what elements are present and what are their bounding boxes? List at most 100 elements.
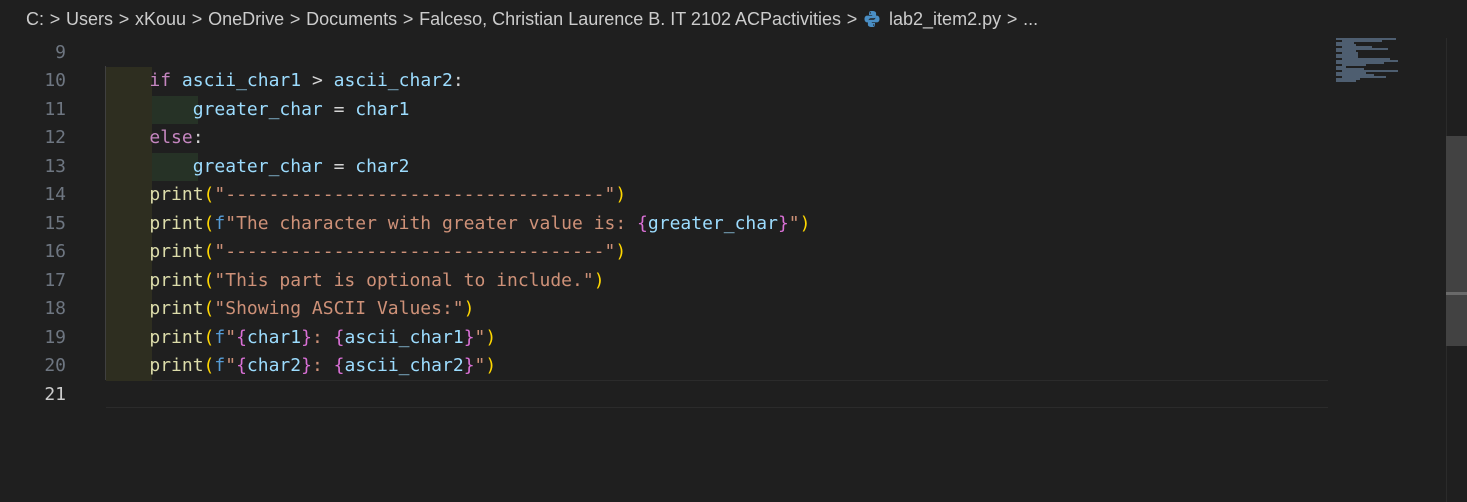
python-icon	[863, 10, 881, 28]
code-token: "Showing ASCII Values:"	[214, 298, 464, 319]
line-number: 20	[44, 355, 66, 376]
code-token: )	[615, 184, 627, 205]
code-token: print	[149, 184, 204, 205]
code-token: "-----------------------------------"	[214, 184, 616, 205]
code-token: char2	[355, 155, 410, 177]
code-token: }	[777, 212, 789, 234]
code-token: f	[214, 355, 226, 376]
code-token: ascii_char1	[344, 326, 464, 348]
minimap[interactable]	[1336, 38, 1406, 82]
code-token: print	[149, 212, 204, 234]
code-token: )	[463, 298, 475, 319]
code-area[interactable]: if ascii_char1 > ascii_char2: greater_ch…	[106, 38, 1328, 502]
code-token: (	[203, 326, 215, 348]
code-line[interactable]: if ascii_char1 > ascii_char2:	[106, 67, 1328, 96]
code-token: :	[311, 355, 334, 376]
code-editor[interactable]: 9 10 11 12 13 14 15 16 17 18 19 20 21 if ascii_char1…	[0, 38, 1467, 502]
code-token: =	[322, 98, 356, 120]
code-token: "-----------------------------------"	[214, 241, 616, 262]
code-token: print	[149, 298, 204, 319]
code-line[interactable]: greater_char = char2	[106, 152, 1328, 181]
code-token: f	[214, 326, 226, 348]
code-token: :	[192, 127, 204, 148]
chevron-right-icon: >	[118, 8, 130, 29]
chevron-right-icon: >	[191, 8, 203, 29]
code-line[interactable]: print(f"{char1}: {ascii_char1}")	[106, 323, 1328, 352]
code-token: )	[593, 269, 605, 291]
code-token: (	[203, 355, 215, 376]
code-token: print	[149, 269, 204, 291]
code-token: {	[333, 355, 345, 376]
breadcrumb-item[interactable]: OneDrive	[208, 9, 284, 30]
line-number: 15	[44, 212, 66, 234]
code-token: greater_char	[192, 98, 323, 120]
chevron-right-icon: >	[1006, 8, 1018, 29]
code-token: (	[203, 269, 215, 291]
line-number: 11	[44, 98, 66, 120]
code-line[interactable]: print("Showing ASCII Values:")	[106, 295, 1328, 324]
line-number: 19	[44, 326, 66, 348]
line-number: 21	[44, 383, 66, 405]
code-token: {	[333, 326, 345, 348]
code-token: greater_char	[647, 212, 778, 234]
chevron-right-icon: >	[289, 8, 301, 29]
vertical-scrollbar-thumb[interactable]	[1446, 136, 1467, 346]
breadcrumb: C: > Users > xKouu > OneDrive > Documents > Falces…	[0, 0, 1467, 38]
code-line[interactable]	[106, 39, 1328, 68]
scrollbar-cursor-marker	[1446, 292, 1467, 295]
breadcrumb-item[interactable]: Falceso, Christian Laurence B. IT 2102 A…	[419, 9, 841, 30]
code-token: =	[322, 155, 356, 177]
line-number: 10	[44, 70, 66, 91]
code-token: )	[485, 326, 497, 348]
line-number: 16	[44, 241, 66, 262]
code-token: char1	[246, 326, 302, 348]
code-token: )	[799, 212, 811, 234]
code-token: else	[149, 127, 193, 148]
chevron-right-icon: >	[49, 8, 61, 29]
minimap-line	[1336, 80, 1356, 82]
line-number: 13	[44, 155, 66, 177]
code-token: :	[452, 70, 464, 91]
code-token: (	[203, 298, 215, 319]
code-token: >	[301, 70, 334, 91]
breadcrumb-item[interactable]: xKouu	[135, 9, 186, 30]
line-number: 17	[44, 269, 66, 291]
code-line[interactable]: else:	[106, 124, 1328, 153]
code-line[interactable]	[106, 381, 1328, 410]
code-token: (	[203, 212, 215, 234]
code-token: ascii_char2	[333, 70, 453, 91]
code-token: ascii_char1	[181, 70, 302, 91]
code-token: )	[615, 241, 627, 262]
code-line[interactable]: print("This part is optional to include.…	[106, 266, 1328, 295]
code-token: print	[149, 355, 204, 376]
breadcrumb-item[interactable]: ...	[1023, 9, 1038, 30]
code-token: {	[637, 212, 648, 234]
code-token: "	[788, 212, 800, 234]
code-token: }	[301, 326, 312, 348]
code-line[interactable]: greater_char = char1	[106, 95, 1328, 124]
breadcrumb-item[interactable]: Users	[66, 9, 113, 30]
code-token: }	[463, 355, 475, 376]
code-token: "	[474, 355, 486, 376]
code-token: "The character with greater value is:	[225, 212, 638, 234]
breadcrumb-item[interactable]: lab2_item2.py	[889, 9, 1001, 30]
code-line[interactable]: print(f"The character with greater value…	[106, 209, 1328, 238]
code-line[interactable]: print(f"{char2}: {ascii_char2}")	[106, 352, 1328, 381]
code-token: (	[203, 241, 215, 262]
line-number: 14	[44, 184, 66, 205]
code-token: if	[149, 70, 172, 91]
code-token: char2	[246, 355, 302, 376]
breadcrumb-item[interactable]: C:	[26, 9, 44, 30]
code-line[interactable]: print("---------------------------------…	[106, 238, 1328, 267]
code-line[interactable]: print("---------------------------------…	[106, 181, 1328, 210]
breadcrumb-item[interactable]: Documents	[306, 9, 397, 30]
code-token: "	[225, 326, 237, 348]
